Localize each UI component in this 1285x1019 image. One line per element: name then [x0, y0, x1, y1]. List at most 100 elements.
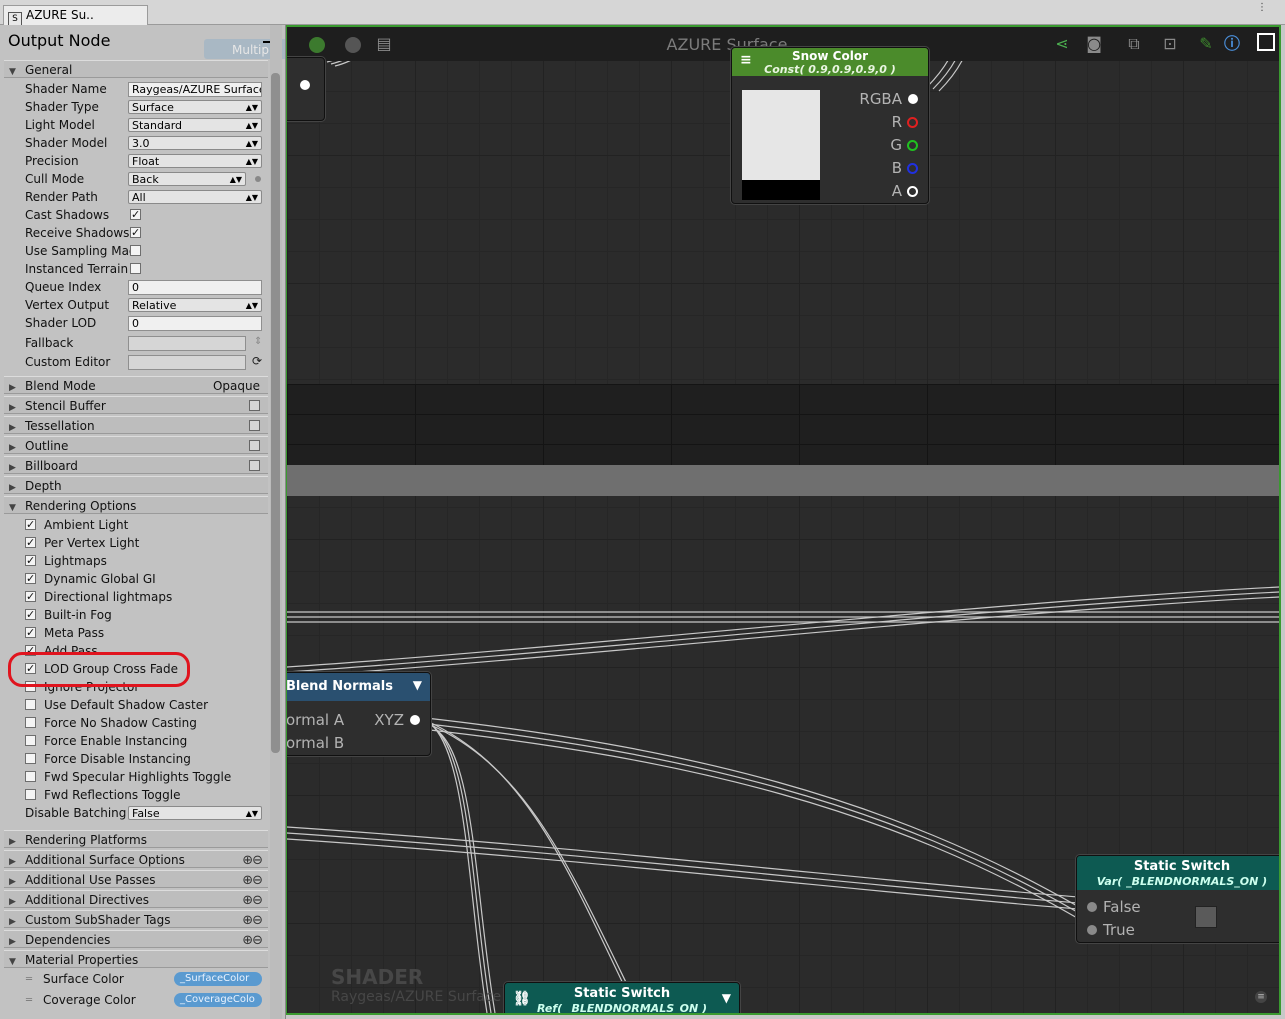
info-icon[interactable]: ⓘ [1223, 35, 1241, 53]
disable-batching-dropdown[interactable]: False ▲▼ [128, 806, 262, 820]
section-stencil-buffer[interactable]: ▶ Stencil Buffer [4, 396, 268, 414]
option-ambient-light-checkbox[interactable]: ✓ [25, 519, 36, 530]
section-dependencies[interactable]: ▶ Dependencies ⊕⊖ [4, 930, 268, 948]
share-icon[interactable]: ⋖ [1053, 35, 1071, 53]
maximize-icon[interactable] [1257, 33, 1275, 51]
option-ambient-light-label: Ambient Light [44, 518, 129, 532]
add-remove-icon[interactable]: ⊕⊖ [242, 852, 263, 870]
receive-shadows-checkbox[interactable]: ✓ [130, 227, 141, 238]
reset-icon[interactable]: ⟳ [252, 354, 262, 368]
option-fwd-specular-highlights-toggle-checkbox[interactable] [25, 771, 36, 782]
add-remove-icon[interactable]: ⊕⊖ [242, 872, 263, 890]
port-a[interactable] [907, 186, 918, 197]
section-depth[interactable]: ▶ Depth [4, 476, 268, 494]
shader-name-field[interactable]: Raygeas/AZURE Surface [128, 82, 262, 97]
property-surface-color-pill[interactable]: _SurfaceColor [174, 972, 262, 986]
wand-icon[interactable]: ✎ [1197, 35, 1215, 53]
fallback-field[interactable] [128, 336, 246, 351]
port-rgba[interactable] [908, 94, 918, 104]
blend-normals-node[interactable]: Blend Normals ▼ ormal A ormal B XYZ [287, 672, 431, 756]
section-stencil-buffer-toggle[interactable] [249, 400, 260, 411]
section-additional-directives[interactable]: ▶ Additional Directives ⊕⊖ [4, 890, 268, 908]
section-additional-surface-options[interactable]: ▶ Additional Surface Options ⊕⊖ [4, 850, 268, 868]
snow-color-header[interactable]: ≡ Snow Color Const( 0.9,0.9,0.9,0 ) [732, 48, 928, 76]
section-custom-subshader-tags[interactable]: ▶ Custom SubShader Tags ⊕⊖ [4, 910, 268, 928]
static-switch-ref-header[interactable]: ⛓ Static Switch Ref( _BLENDNORMALS_ON ) … [505, 983, 739, 1013]
static-switch-node[interactable]: Static Switch Var( _BLENDNORMALS_ON ) Fa… [1076, 855, 1279, 943]
receive-shadows-label: Receive Shadows [25, 226, 130, 240]
blend-normals-header[interactable]: Blend Normals ▼ [287, 673, 430, 701]
option-directional-lightmaps-checkbox[interactable]: ✓ [25, 591, 36, 602]
precision-dropdown[interactable]: Float ▲▼ [128, 154, 262, 168]
option-lightmaps-checkbox[interactable]: ✓ [25, 555, 36, 566]
switch-toggle[interactable] [1195, 906, 1217, 928]
section-additional-use-passes[interactable]: ▶ Additional Use Passes ⊕⊖ [4, 870, 268, 888]
focus-icon[interactable]: ⊡ [1161, 35, 1179, 53]
shader-type-dropdown[interactable]: Surface ▲▼ [128, 100, 262, 114]
cast-shadows-checkbox[interactable]: ✓ [130, 209, 141, 220]
section-billboard[interactable]: ▶ Billboard [4, 456, 268, 474]
section-blend-mode-value[interactable]: Opaque [213, 377, 260, 395]
option-force-disable-instancing-checkbox[interactable] [25, 753, 36, 764]
shader-lod-field[interactable]: 0 [128, 316, 262, 331]
cull-mode-dropdown[interactable]: Back ▲▼ [128, 172, 246, 186]
vertex-output-dropdown[interactable]: Relative ▲▼ [128, 298, 262, 312]
window-menu-icon[interactable]: ⋮ [1257, 2, 1267, 13]
add-remove-icon[interactable]: ⊕⊖ [242, 932, 263, 950]
canvas-menu-icon[interactable]: ≡ [1255, 991, 1267, 1003]
section-tessellation[interactable]: ▶ Tessellation [4, 416, 268, 434]
static-switch-ref-node[interactable]: ⛓ Static Switch Ref( _BLENDNORMALS_ON ) … [504, 982, 740, 1013]
property-coverage-color-pill[interactable]: _CoverageColo [174, 993, 262, 1007]
use-sampling-mac-checkbox[interactable] [130, 245, 141, 256]
section-outline-toggle[interactable] [249, 440, 260, 451]
section-rendering-options[interactable]: ▼ Rendering Options [4, 496, 268, 514]
menu-icon[interactable]: ≡ [740, 52, 752, 68]
drag-handle-icon[interactable]: ═ [26, 995, 32, 1006]
ghost-node[interactable] [287, 57, 325, 121]
instanced-terrain-checkbox[interactable] [130, 263, 141, 274]
add-remove-icon[interactable]: ⊕⊖ [242, 912, 263, 930]
queue-index-field[interactable]: 0 [128, 280, 262, 295]
option-dynamic-global-gi-checkbox[interactable]: ✓ [25, 573, 36, 584]
scrollbar-thumb[interactable] [271, 73, 280, 753]
collapse-arrow-icon: ▶ [9, 917, 16, 927]
option-fwd-reflections-toggle-checkbox[interactable] [25, 789, 36, 800]
option-use-default-shadow-caster-checkbox[interactable] [25, 699, 36, 710]
static-switch-header[interactable]: Static Switch Var( _BLENDNORMALS_ON ) [1077, 856, 1279, 890]
section-blend-mode[interactable]: ▶ Blend Mode Opaque [4, 376, 268, 394]
section-rendering-platforms[interactable]: ▶ Rendering Platforms [4, 830, 268, 848]
section-general[interactable]: ▼ General [4, 60, 268, 78]
option-built-in-fog-checkbox[interactable]: ✓ [25, 609, 36, 620]
input-false-port[interactable] [1087, 902, 1097, 912]
section-material-properties[interactable]: ▼ Material Properties [4, 950, 268, 968]
render-path-dropdown[interactable]: All ▲▼ [128, 190, 262, 204]
precision-label: Precision [25, 154, 79, 168]
output-port[interactable] [300, 80, 310, 90]
port-r[interactable] [907, 117, 918, 128]
editor-tab[interactable]: S AZURE Su.. [3, 5, 148, 26]
input-true-port[interactable] [1087, 925, 1097, 935]
option-force-enable-instancing-checkbox[interactable] [25, 735, 36, 746]
node-canvas[interactable]: ▤ AZURE Surface ⋖ ◙ ⧉ ⊡ ✎ ⓘ ≡ Snow Color… [285, 25, 1281, 1015]
fallback-stepper-icon[interactable]: ⇕ [254, 336, 262, 347]
node-library-icon[interactable]: ⧉ [1125, 35, 1143, 53]
section-billboard-toggle[interactable] [249, 460, 260, 471]
custom-editor-field[interactable] [128, 355, 246, 370]
shader-model-dropdown[interactable]: 3.0 ▲▼ [128, 136, 262, 150]
port-g[interactable] [907, 140, 918, 151]
drag-handle-icon[interactable]: ═ [26, 974, 32, 985]
screenshot-icon[interactable]: ◙ [1085, 35, 1103, 53]
output-xyz-port[interactable] [410, 715, 420, 725]
port-b[interactable] [907, 163, 918, 174]
collapse-icon[interactable]: ▼ [413, 678, 422, 692]
option-meta-pass-checkbox[interactable]: ✓ [25, 627, 36, 638]
collapse-icon[interactable]: ▼ [722, 991, 731, 1005]
panel-scrollbar[interactable] [270, 25, 282, 1019]
section-tessellation-toggle[interactable] [249, 420, 260, 431]
light-model-dropdown[interactable]: Standard ▲▼ [128, 118, 262, 132]
snow-color-node[interactable]: ≡ Snow Color Const( 0.9,0.9,0.9,0 ) RGBA… [731, 47, 929, 204]
add-remove-icon[interactable]: ⊕⊖ [242, 892, 263, 910]
option-force-no-shadow-casting-checkbox[interactable] [25, 717, 36, 728]
section-outline[interactable]: ▶ Outline [4, 436, 268, 454]
option-per-vertex-light-checkbox[interactable]: ✓ [25, 537, 36, 548]
